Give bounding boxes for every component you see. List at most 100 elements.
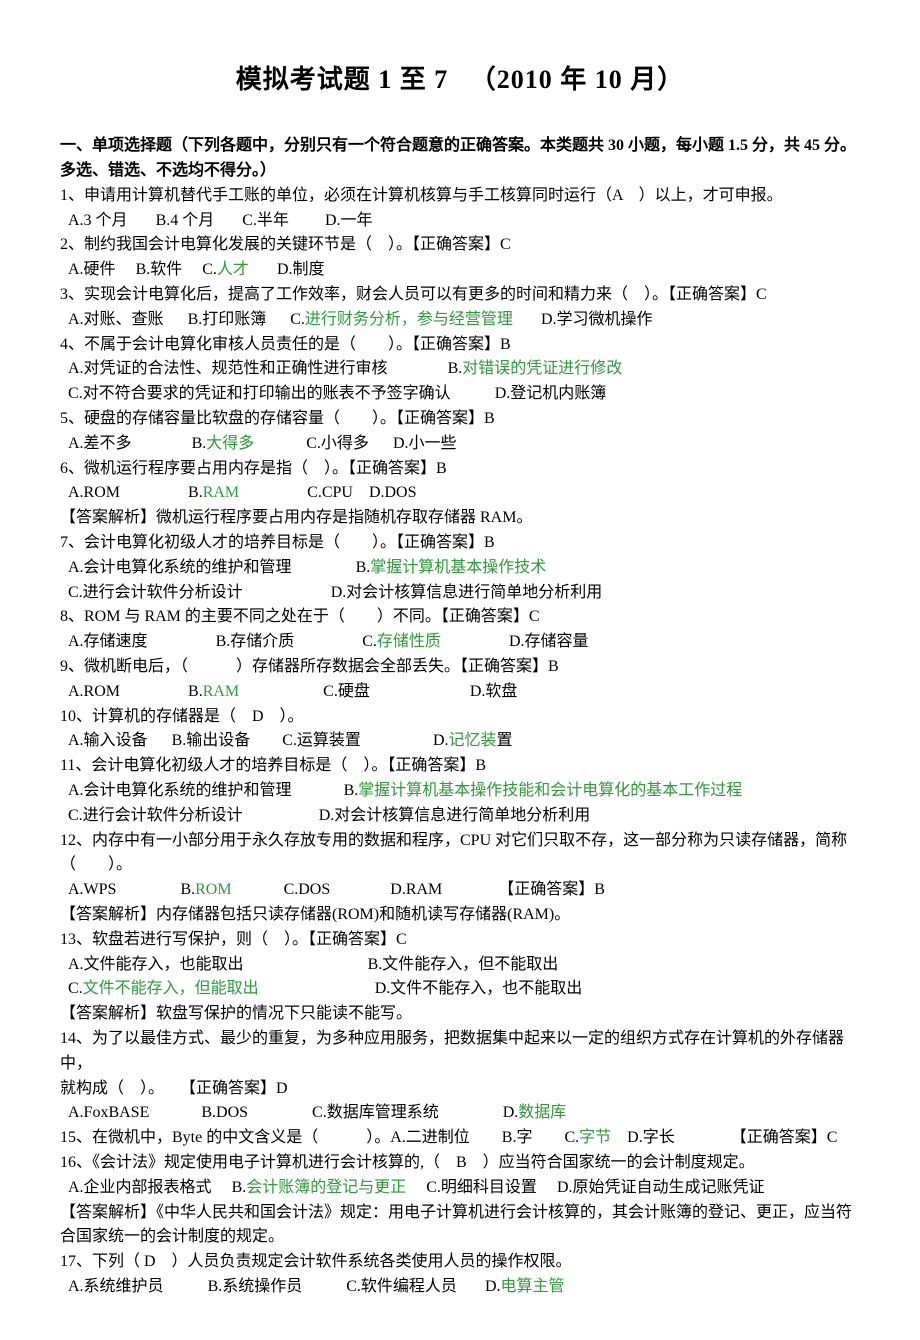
q15-post: D.字长 【正确答案】C	[611, 1129, 837, 1146]
q11-opt-b-prefix: B.	[344, 782, 359, 799]
q1-opt-c: C.半年	[242, 212, 289, 229]
q9-opt-c: C.硬盘	[323, 683, 370, 700]
q13-options-row2: C.文件不能存入，但能取出 D.文件不能存入，也不能取出	[60, 977, 860, 1002]
q15-pre: 15、在微机中，Byte 的中文含义是（ ）。A.二进制位 B.字 C.	[60, 1129, 579, 1146]
q3-options: A.对账、查账 B.打印账簿 C.进行财务分析，参与经营管理 D.学习微机操作	[60, 308, 860, 333]
q16-opt-c: C.明细科目设置	[426, 1179, 537, 1196]
q7-text: 7、会计电算化初级人才的培养目标是（ ）。【正确答案】B	[60, 531, 860, 556]
q14-opt-d-prefix: D.	[503, 1104, 519, 1121]
q10-text: 10、计算机的存储器是（ D ）。	[60, 705, 860, 730]
q3-opt-c-prefix: C.	[290, 311, 305, 328]
q3-opt-c-answer: 进行财务分析，参与经营管理	[305, 311, 513, 328]
q5-opt-d: D.小一些	[393, 435, 457, 452]
q11-opt-b-answer: 掌握计算机基本操作技能和会计电算化的基本工作过程	[358, 782, 742, 799]
q17-opt-d-prefix: D.	[485, 1278, 501, 1295]
q3-opt-a: A.对账、查账	[68, 311, 164, 328]
q2-opt-a: A.硬件	[68, 261, 116, 278]
q7-opt-b-answer: 掌握计算机基本操作技术	[370, 559, 546, 576]
q4-opt-c: C.对不符合要求的凭证和打印输出的账表不予签字确认	[68, 385, 451, 402]
q1-opt-b: B.4 个月	[156, 212, 215, 229]
q12-answer: 【正确答案】B	[498, 881, 605, 898]
q10-opt-a: A.输入设备	[68, 732, 148, 749]
q15-opt-c-answer: 字节	[579, 1129, 611, 1146]
q7-opt-d: D.对会计核算信息进行简单地分析利用	[331, 584, 603, 601]
q10-opt-c: C.运算装置	[282, 732, 361, 749]
q14-opt-d-answer: 数据库	[518, 1104, 566, 1121]
q12-opt-b-answer: ROM	[195, 881, 231, 898]
q7-opt-a: A.会计电算化系统的维护和管理	[68, 559, 292, 576]
q17-text: 17、下列（ D ）人员负责规定会计软件系统各类使用人员的操作权限。	[60, 1250, 860, 1275]
q5-opt-b-answer: 大得多	[206, 435, 254, 452]
q3-opt-d: D.学习微机操作	[541, 311, 653, 328]
q17-options: A.系统维护员 B.系统操作员 C.软件编程人员 D.电算主管	[60, 1275, 860, 1300]
q17-opt-b: B.系统操作员	[208, 1278, 303, 1295]
q8-opt-c-prefix: C.	[362, 633, 377, 650]
q8-opt-d: D.存储容量	[509, 633, 589, 650]
q8-opt-b: B.存储介质	[216, 633, 295, 650]
q7-options-row2: C.进行会计软件分析设计 D.对会计核算信息进行简单地分析利用	[60, 581, 860, 606]
page-title: 模拟考试题 1 至 7 （2010 年 10 月）	[60, 60, 860, 100]
q14-opt-a: A.FoxBASE	[68, 1104, 149, 1121]
q6-opt-c: C.CPU	[307, 484, 353, 501]
q2-opt-d: D.制度	[277, 261, 325, 278]
q9-opt-b-answer: RAM	[203, 683, 239, 700]
section-heading-line2: 多选、错选、不选均不得分。）	[60, 159, 860, 184]
q16-analysis2: 合国家统一的会计制度的规定。	[60, 1225, 860, 1250]
q16-text: 16、《会计法》规定使用电子计算机进行会计核算的,（ B ）应当符合国家统一的会…	[60, 1151, 860, 1176]
q10-options: A.输入设备 B.输出设备 C.运算装置 D.记忆装置	[60, 729, 860, 754]
q17-opt-d-answer: 电算主管	[501, 1278, 565, 1295]
q16-opt-b-answer: 会计账簿的登记与更正	[246, 1179, 406, 1196]
q13-text: 13、软盘若进行写保护，则（ ）。【正确答案】C	[60, 928, 860, 953]
q5-options: A.差不多 B.大得多 C.小得多 D.小一些	[60, 432, 860, 457]
q7-options-row1: A.会计电算化系统的维护和管理 B.掌握计算机基本操作技术	[60, 556, 860, 581]
q13-opt-c-answer: 文件不能存入，但能取出	[83, 980, 259, 997]
q2-opt-c-answer: 人才	[217, 261, 249, 278]
q8-opt-a: A.存储速度	[68, 633, 148, 650]
q14-line2: 就构成（ ）。 【正确答案】D	[60, 1077, 860, 1102]
q17-opt-c: C.软件编程人员	[346, 1278, 457, 1295]
q10-opt-d-answer: 记忆装	[449, 732, 497, 749]
q16-opt-d: D.原始凭证自动生成记账凭证	[557, 1179, 765, 1196]
q11-text: 11、会计电算化初级人才的培养目标是（ ）。【正确答案】B	[60, 754, 860, 779]
q14-opt-c: C.数据库管理系统	[312, 1104, 439, 1121]
q17-opt-a: A.系统维护员	[68, 1278, 164, 1295]
q12-opt-b-prefix: B.	[180, 881, 195, 898]
q6-opt-b-answer: RAM	[203, 484, 239, 501]
q8-text: 8、ROM 与 RAM 的主要不同之处在于（ ）不同。【正确答案】C	[60, 605, 860, 630]
q6-opt-d: D.DOS	[369, 484, 417, 501]
q1-text: 1、申请用计算机替代手工账的单位，必须在计算机核算与手工核算同时运行（A ）以上…	[60, 184, 860, 209]
q13-analysis: 【答案解析】软盘写保护的情况下只能读不能写。	[60, 1002, 860, 1027]
q11-options-row1: A.会计电算化系统的维护和管理 B.掌握计算机基本操作技能和会计电算化的基本工作…	[60, 779, 860, 804]
q10-opt-d-prefix: D.	[433, 732, 449, 749]
q4-opt-a: A.对凭证的合法性、规范性和正确性进行审核	[68, 360, 388, 377]
q9-opt-d: D.软盘	[470, 683, 518, 700]
q11-opt-a: A.会计电算化系统的维护和管理	[68, 782, 292, 799]
q8-opt-c-answer: 存储性质	[377, 633, 441, 650]
q4-options-row2: C.对不符合要求的凭证和打印输出的账表不予签字确认 D.登记机内账簿	[60, 382, 860, 407]
q9-opt-b-prefix: B.	[188, 683, 203, 700]
q12-line1: 12、内存中有一小部分用于永久存放专用的数据和程序，CPU 对它们只取不存，这一…	[60, 829, 860, 854]
q12-opt-d: D.RAM	[390, 881, 442, 898]
q13-options-row1: A.文件能存入，也能取出 B.文件能存入，但不能取出	[60, 953, 860, 978]
q5-opt-a: A.差不多	[68, 435, 132, 452]
q12-opt-a: A.WPS	[68, 881, 116, 898]
q10-opt-d-suffix: 置	[497, 732, 513, 749]
q7-opt-b-prefix: B.	[356, 559, 371, 576]
q15-line: 15、在微机中，Byte 的中文含义是（ ）。A.二进制位 B.字 C.字节 D…	[60, 1126, 860, 1151]
q6-opt-b-prefix: B.	[188, 484, 203, 501]
q11-options-row2: C.进行会计软件分析设计 D.对会计核算信息进行简单地分析利用	[60, 804, 860, 829]
q2-opt-c-prefix: C.	[202, 261, 217, 278]
q12-analysis: 【答案解析】内存储器包括只读存储器(ROM)和随机读写存储器(RAM)。	[60, 903, 860, 928]
q10-opt-b: B.输出设备	[172, 732, 251, 749]
q12-opt-c: C.DOS	[284, 881, 331, 898]
q11-opt-d: D.对会计核算信息进行简单地分析利用	[319, 807, 591, 824]
q9-text: 9、微机断电后，（ ）存储器所存数据会全部丢失。【正确答案】B	[60, 655, 860, 680]
q1-opt-a: A.3 个月	[68, 212, 128, 229]
q9-options: A.ROM B.RAM C.硬盘 D.软盘	[60, 680, 860, 705]
q5-opt-c: C.小得多	[306, 435, 369, 452]
q6-opt-a: A.ROM	[68, 484, 120, 501]
q9-opt-a: A.ROM	[68, 683, 120, 700]
section-heading-line1: 一、单项选择题（下列各题中，分别只有一个符合题意的正确答案。本类题共 30 小题…	[60, 134, 860, 159]
q4-options-row1: A.对凭证的合法性、规范性和正确性进行审核 B.对错误的凭证进行修改	[60, 357, 860, 382]
q6-analysis: 【答案解析】微机运行程序要占用内存是指随机存取存储器 RAM。	[60, 506, 860, 531]
